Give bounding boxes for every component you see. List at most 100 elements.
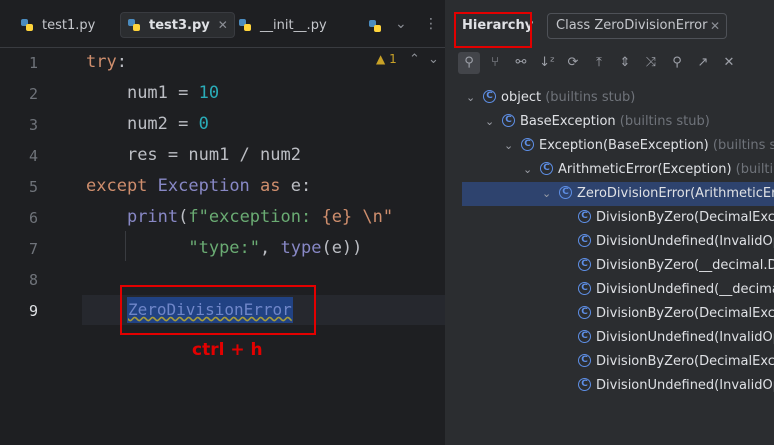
chevron-down-icon[interactable]: ⌄: [485, 110, 494, 134]
code-text: e:: [280, 176, 312, 196]
sort-alpha-icon[interactable]: ↓ᶻ: [536, 52, 558, 74]
tab-label: __init__.py: [260, 17, 327, 33]
chevron-up-icon[interactable]: ⌃: [409, 52, 420, 67]
code-text: res = num1 / num2: [126, 145, 301, 165]
chevron-down-icon[interactable]: ⌄: [504, 134, 513, 158]
line-number: 8: [28, 271, 38, 289]
number-literal: 10: [198, 83, 220, 103]
string-literal: "type:": [188, 238, 261, 258]
expand-icon[interactable]: ⇕: [614, 52, 636, 74]
chevron-down-icon[interactable]: ⌄: [542, 182, 551, 206]
tree-node-location: (builtins stub): [541, 90, 636, 105]
editor-pane: test1.py test3.py ✕ __init__.py ⌄ ⋮ 1 2 …: [0, 0, 445, 445]
tree-node-arithmeticerror[interactable]: ⌄ C ArithmeticError(Exception) (builtins: [450, 158, 774, 182]
class-icon: C: [578, 258, 591, 271]
line-number: 1: [28, 54, 38, 72]
python-file-icon: [128, 19, 140, 31]
tree-node-divisionbyzero[interactable]: C DivisionByZero(DecimalExcep: [450, 350, 774, 374]
chevron-down-icon[interactable]: ⌄: [428, 52, 439, 67]
supertypes-hierarchy-icon[interactable]: ⑂: [484, 52, 506, 74]
tree-node-label: DivisionByZero(__decimal.De: [596, 258, 774, 273]
tree-node-divisionbyzero[interactable]: C DivisionByZero(DecimalExcep: [450, 206, 774, 230]
close-tab-icon[interactable]: ✕: [218, 18, 228, 32]
line-number: 6: [28, 209, 38, 227]
tree-node-object[interactable]: ⌄ Cobject (builtins stub): [450, 86, 774, 110]
chevron-down-icon[interactable]: ⌄: [395, 16, 407, 32]
code-line-6[interactable]: print(f"exception: {e} \n": [86, 207, 393, 227]
tree-node-divisionundefined[interactable]: C DivisionUndefined(InvalidOpe: [450, 230, 774, 254]
code-line-2[interactable]: num1 = 10: [86, 83, 219, 103]
close-icon[interactable]: ✕: [718, 52, 740, 74]
tab-test3[interactable]: test3.py ✕: [120, 12, 235, 38]
class-icon: C: [559, 186, 572, 199]
pin-icon[interactable]: ⚲: [666, 52, 688, 74]
tree-node-divisionundefined[interactable]: C DivisionUndefined(__decimal: [450, 278, 774, 302]
builtin-function: print: [126, 207, 179, 227]
code-line-3[interactable]: num2 = 0: [86, 114, 209, 134]
subtypes-hierarchy-icon[interactable]: ⚲: [458, 52, 480, 74]
tree-node-zerodivisionerror[interactable]: ⌄ C ZeroDivisionError(ArithmeticErro: [462, 182, 774, 206]
line-number: 9: [28, 302, 38, 320]
class-icon: C: [540, 162, 553, 175]
class-name: Exception: [157, 176, 250, 196]
class-hierarchy-icon[interactable]: ⚯: [510, 52, 532, 74]
operator: =: [167, 114, 199, 134]
line-number: 2: [28, 85, 38, 103]
keyword: try: [86, 52, 117, 72]
more-options-icon[interactable]: ⋮: [424, 16, 438, 32]
tree-node-label: DivisionUndefined(InvalidOpe: [596, 330, 774, 345]
tree-node-exception[interactable]: ⌄ C Exception(BaseException) (builtins stu…: [450, 134, 774, 158]
collapse-icon[interactable]: ⤨: [640, 52, 662, 74]
code-line-1[interactable]: try:: [86, 52, 127, 72]
operator: =: [167, 83, 199, 103]
code-line-7[interactable]: "type:", type(e)): [86, 238, 362, 258]
editor-tab-bar: test1.py test3.py ✕ __init__.py ⌄ ⋮: [0, 0, 445, 48]
keyword: except: [86, 176, 148, 196]
number-literal: 0: [198, 114, 209, 134]
close-tab-icon[interactable]: ✕: [710, 14, 720, 38]
code-line-4[interactable]: res = num1 / num2: [86, 145, 301, 165]
code-text: ,: [260, 238, 281, 258]
tree-node-label: ZeroDivisionError(ArithmeticErro: [577, 186, 774, 201]
warning-indicator[interactable]: ▲ 1: [376, 52, 397, 66]
open-in-new-icon[interactable]: ↗: [692, 52, 714, 74]
chevron-down-icon[interactable]: ⌄: [466, 86, 475, 110]
identifier: num1: [126, 83, 168, 103]
shortcut-annotation: ctrl + h: [192, 340, 263, 360]
tree-node-label: DivisionByZero(DecimalExcep: [596, 306, 774, 321]
tree-node-label: DivisionByZero(DecimalExcep: [596, 354, 774, 369]
tab-test1[interactable]: test1.py: [20, 12, 95, 38]
line-number: 3: [28, 116, 38, 134]
code-text: (e)): [321, 238, 363, 258]
tree-node-label: DivisionUndefined(__decimal: [596, 282, 774, 297]
highlight-box-token: [120, 285, 316, 335]
highlight-box-hierarchy: [454, 12, 532, 48]
tree-node-label: Exception(BaseException): [539, 138, 709, 153]
line-number: 5: [28, 178, 38, 196]
tab-init[interactable]: __init__.py: [238, 12, 327, 38]
python-file-icon: [239, 19, 251, 31]
panel-tab-bar: Hierarchy Class ZeroDivisionError ✕: [450, 0, 774, 48]
tree-node-divisionundefined[interactable]: C DivisionUndefined(InvalidOpe: [450, 326, 774, 350]
tab-label: test1.py: [42, 17, 96, 33]
tree-node-label: ArithmeticError(Exception): [558, 162, 732, 177]
class-icon: C: [578, 306, 591, 319]
python-file-icon[interactable]: [368, 19, 382, 33]
tree-node-divisionbyzero[interactable]: C DivisionByZero(__decimal.De: [450, 254, 774, 278]
scope-icon[interactable]: ⤒: [588, 52, 610, 74]
python-file-icon: [21, 19, 33, 31]
class-icon: C: [578, 282, 591, 295]
tree-node-location: (builtins stub): [712, 138, 774, 153]
tab-class-zerodivisionerror[interactable]: Class ZeroDivisionError ✕: [547, 13, 727, 39]
tree-node-baseexception[interactable]: ⌄ C BaseException (builtins stub): [450, 110, 774, 134]
class-icon: C: [578, 354, 591, 367]
tree-node-label: DivisionByZero(DecimalExcep: [596, 210, 774, 225]
tree-node-divisionundefined[interactable]: C DivisionUndefined(InvalidOpe: [450, 374, 774, 398]
code-line-5[interactable]: except Exception as e:: [86, 176, 311, 196]
tree-node-divisionbyzero[interactable]: C DivisionByZero(DecimalExcep: [450, 302, 774, 326]
chevron-down-icon[interactable]: ⌄: [523, 158, 532, 182]
refresh-icon[interactable]: ⟳: [562, 52, 584, 74]
tree-node-location: (builtins: [735, 162, 774, 177]
warning-icon: ▲: [376, 52, 386, 66]
builtin-function: type: [280, 238, 322, 258]
